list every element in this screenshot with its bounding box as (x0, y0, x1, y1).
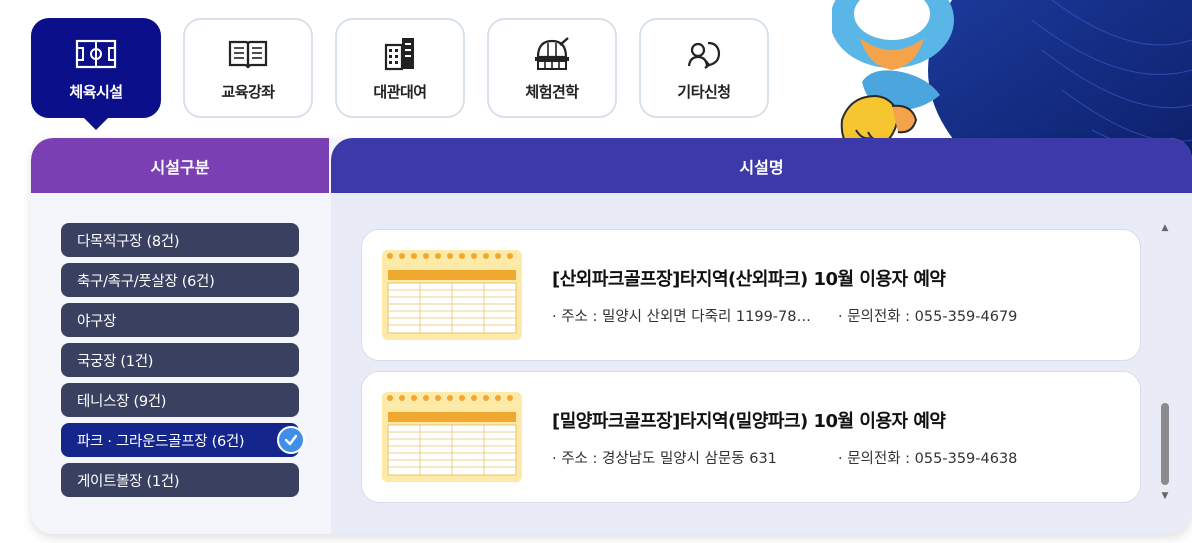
tab-label: 체육시설 (69, 82, 123, 101)
facility-meta: · 주소 : 밀양시 산외면 다죽리 1199-78… · 문의전화 : 055… (552, 305, 1017, 326)
scroll-down-arrow-icon[interactable]: ▼ (1159, 491, 1171, 501)
category-label: 게이트볼장 (1건) (77, 473, 180, 490)
tab-sports-facility[interactable]: 체육시설 (31, 18, 161, 118)
user-cycle-icon (687, 41, 721, 69)
tab-label: 교육강좌 (221, 82, 275, 101)
facility-card[interactable]: [산외파크골프장]타지역(산외파크) 10월 이용자 예약 · 주소 : 밀양시… (361, 229, 1141, 361)
facility-meta: · 주소 : 경상남도 밀양시 삼문동 631 · 문의전화 : 055-359… (552, 447, 1017, 468)
facility-phone: · 문의전화 : 055-359-4679 (838, 308, 1018, 325)
tab-other-request[interactable]: 기타신청 (639, 18, 769, 118)
category-label: 국궁장 (1건) (77, 353, 154, 370)
category-label: 다목적구장 (8건) (77, 233, 180, 250)
tab-label: 기타신청 (677, 82, 731, 101)
facility-column: [산외파크골프장]타지역(산외파크) 10월 이용자 예약 · 주소 : 밀양시… (331, 193, 1192, 534)
facility-card[interactable]: [밀양파크골프장]타지역(밀양파크) 10월 이용자 예약 · 주소 : 경상남… (361, 371, 1141, 503)
check-icon (277, 426, 305, 454)
facility-info: [밀양파크골프장]타지역(밀양파크) 10월 이용자 예약 · 주소 : 경상남… (552, 407, 1017, 468)
facility-thumbnail (382, 392, 522, 482)
observatory-icon (535, 36, 569, 70)
facility-address: · 주소 : 밀양시 산외면 다죽리 1199-78… (552, 308, 811, 325)
tab-rental[interactable]: 대관대여 (335, 18, 465, 118)
category-item[interactable]: 다목적구장 (8건) (61, 223, 299, 257)
scroll-up-arrow-icon[interactable]: ▲ (1159, 223, 1171, 233)
category-tabs: 체육시설 교육강좌 대관대여 체험견학 기타신청 (31, 18, 769, 118)
tab-label: 체험견학 (525, 82, 579, 101)
facility-panel: 다목적구장 (8건) 축구/족구/풋살장 (6건) 야구장 국궁장 (1건) 테… (31, 138, 1192, 534)
facility-thumbnail (382, 250, 522, 340)
facility-name-header: 시설명 (331, 138, 1192, 193)
category-label: 테니스장 (9건) (77, 393, 167, 410)
category-item[interactable]: 축구/족구/풋살장 (6건) (61, 263, 299, 297)
category-header: 시설구분 (31, 138, 329, 193)
category-item[interactable]: 국궁장 (1건) (61, 343, 299, 377)
scroll-thumb[interactable] (1161, 403, 1169, 485)
book-icon (228, 40, 268, 68)
facility-list: [산외파크골프장]타지역(산외파크) 10월 이용자 예약 · 주소 : 밀양시… (361, 229, 1141, 513)
tab-label: 대관대여 (373, 82, 427, 101)
facility-title: [산외파크골프장]타지역(산외파크) 10월 이용자 예약 (552, 268, 946, 290)
category-label: 축구/족구/풋살장 (6건) (77, 273, 215, 290)
facility-title: [밀양파크골프장]타지역(밀양파크) 10월 이용자 예약 (552, 410, 946, 432)
category-column: 다목적구장 (8건) 축구/족구/풋살장 (6건) 야구장 국궁장 (1건) 테… (31, 193, 329, 534)
facility-info: [산외파크골프장]타지역(산외파크) 10월 이용자 예약 · 주소 : 밀양시… (552, 265, 1017, 326)
soccer-field-icon (75, 39, 117, 68)
category-item[interactable]: 테니스장 (9건) (61, 383, 299, 417)
category-item[interactable]: 야구장 (61, 303, 299, 337)
building-icon (384, 37, 414, 70)
tab-experience-tour[interactable]: 체험견학 (487, 18, 617, 118)
category-label: 야구장 (77, 313, 117, 330)
category-list: 다목적구장 (8건) 축구/족구/풋살장 (6건) 야구장 국궁장 (1건) 테… (61, 223, 305, 503)
tab-education[interactable]: 교육강좌 (183, 18, 313, 118)
category-item-selected[interactable]: 파크 · 그라운드골프장 (6건) (61, 423, 305, 457)
facility-phone: · 문의전화 : 055-359-4638 (838, 450, 1018, 467)
category-item[interactable]: 게이트볼장 (1건) (61, 463, 299, 497)
category-label: 파크 · 그라운드골프장 (6건) (77, 433, 245, 450)
facility-address: · 주소 : 경상남도 밀양시 삼문동 631 (552, 450, 777, 467)
scrollbar[interactable]: ▲ ▼ (1159, 223, 1171, 501)
